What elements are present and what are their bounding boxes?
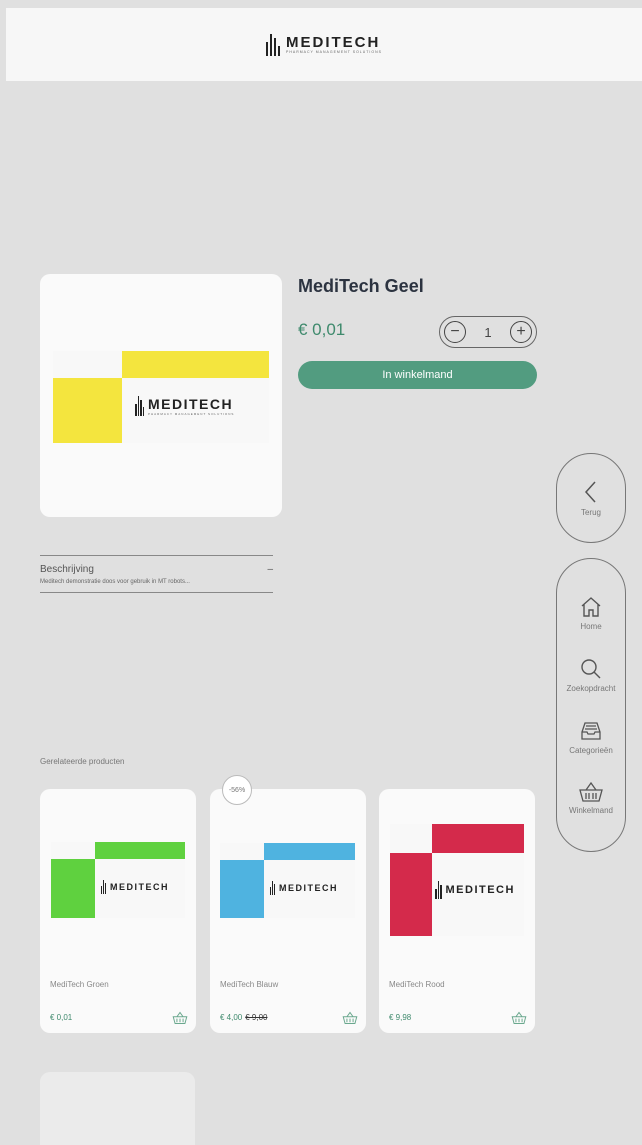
basket-icon[interactable]	[342, 1011, 358, 1025]
collapse-toggle[interactable]: –	[267, 564, 273, 575]
old-price: € 9,00	[245, 1013, 268, 1022]
product-price: € 4,00 € 9,00	[220, 1013, 268, 1022]
plus-button[interactable]: +	[509, 321, 532, 343]
description-text: Meditech demonstratie doos voor gebruik …	[40, 579, 190, 585]
product-name: MediTech Groen	[50, 980, 109, 989]
nav-label: Categorieën	[569, 746, 613, 755]
product-card-partial[interactable]	[40, 1072, 195, 1145]
nav-label: Zoekopdracht	[566, 684, 616, 693]
meditech-logo[interactable]: MEDITECH PHARMACY MANAGEMENT SOLUTIONS	[266, 33, 382, 56]
home-icon	[581, 597, 601, 617]
back-label: Terug	[580, 508, 601, 517]
product-name: MediTech Blauw	[220, 980, 279, 989]
product-price: € 0,01	[298, 320, 346, 339]
nav-label: Home	[580, 622, 602, 631]
product-price: € 9,98	[389, 1013, 412, 1022]
plus-icon: +	[516, 323, 526, 340]
chevron-left-icon	[584, 481, 596, 503]
top-header: MEDITECH PHARMACY MANAGEMENT SOLUTIONS	[6, 8, 642, 81]
product-title: MediTech Geel	[298, 276, 424, 296]
box-wordmark: MEDITECH	[148, 396, 234, 412]
product-card-red[interactable]: MEDITECH MediTech Rood € 9,98	[379, 789, 535, 1033]
basket-icon	[579, 781, 603, 802]
back-button[interactable]: Terug	[556, 453, 626, 543]
product-card-blue[interactable]: MEDITECH MediTech Blauw € 4,00 € 9,00	[210, 789, 366, 1033]
nav-item-home[interactable]: Home	[579, 595, 603, 631]
logo-tagline: PHARMACY MANAGEMENT SOLUTIONS	[286, 50, 382, 54]
description-accordion: Beschrijving – Meditech demonstratie doo…	[40, 555, 273, 593]
basket-icon[interactable]	[172, 1011, 188, 1025]
box-tagline: PHARMACY MANAGEMENT SOLUTIONS	[148, 412, 235, 416]
nav-label: Winkelmand	[568, 806, 613, 815]
add-to-cart-button[interactable]: In winkelmand	[298, 361, 537, 389]
product-price: € 0,01	[50, 1013, 73, 1022]
quantity-value[interactable]: 1	[484, 325, 491, 340]
product-name: MediTech Rood	[389, 980, 445, 989]
inbox-icon	[581, 722, 601, 740]
description-header[interactable]: Beschrijving –	[40, 556, 273, 577]
minus-icon: −	[450, 323, 460, 340]
product-image[interactable]: MEDITECH PHARMACY MANAGEMENT SOLUTIONS	[40, 274, 282, 517]
logo-wordmark: MEDITECH	[286, 34, 381, 51]
logo-bars-icon	[266, 33, 281, 56]
description-heading: Beschrijving	[40, 564, 94, 575]
nav-item-search[interactable]: Zoekopdracht	[566, 657, 616, 693]
basket-icon[interactable]	[511, 1011, 527, 1025]
related-products-heading: Gerelateerde producten	[40, 757, 125, 766]
side-nav: Home Zoekopdracht Categorieën Winkelmand	[556, 558, 626, 852]
quantity-stepper: − 1 +	[439, 316, 537, 348]
minus-button[interactable]: −	[444, 321, 466, 343]
product-card-green[interactable]: MEDITECH MediTech Groen € 0,01	[40, 789, 196, 1033]
nav-item-cart[interactable]: Winkelmand	[569, 781, 613, 815]
search-icon	[581, 659, 601, 679]
nav-item-categories[interactable]: Categorieën	[569, 719, 613, 755]
discount-badge: -56%	[222, 775, 252, 805]
divider	[40, 592, 273, 593]
